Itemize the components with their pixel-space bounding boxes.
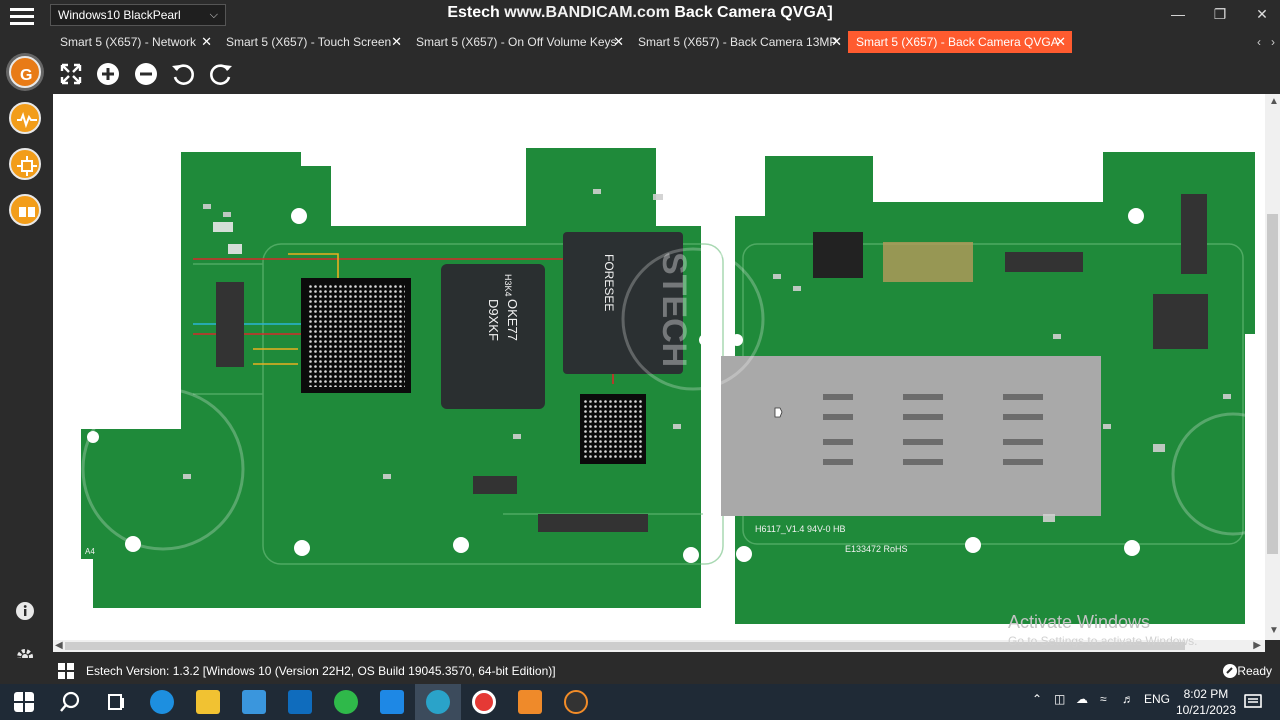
version-info: Estech Version: 1.3.2 [Windows 10 (Versi… bbox=[86, 664, 556, 678]
vertical-scrollbar[interactable]: ▲ ▼ bbox=[1265, 94, 1280, 640]
system-clock[interactable]: 8:02 PM 10/21/2023 bbox=[1176, 686, 1236, 718]
circuit-icon[interactable] bbox=[9, 148, 41, 180]
activation-watermark-title: Activate Windows bbox=[1008, 612, 1151, 632]
tab-label: Smart 5 (X657) - Back Camera 13MP bbox=[638, 35, 838, 49]
status-bar: Estech Version: 1.3.2 [Windows 10 (Versi… bbox=[0, 658, 1280, 684]
maximize-button[interactable]: ❐ bbox=[1200, 4, 1240, 26]
tab-strip: Smart 5 (X657) - Network ✕ Smart 5 (X657… bbox=[52, 31, 1280, 53]
pcb-board-image: H3K4 D9XKF OKE77 FORESEE STECH H6117_V1.… bbox=[81, 148, 1265, 624]
tab-scroll-left-button[interactable]: ‹ bbox=[1252, 31, 1266, 53]
clock-date: 10/21/2023 bbox=[1175, 703, 1236, 717]
tab-close-icon[interactable]: ✕ bbox=[1055, 31, 1066, 53]
vertical-scroll-thumb[interactable] bbox=[1267, 214, 1278, 554]
start-icon[interactable] bbox=[14, 692, 34, 712]
activation-watermark-subtitle: Go to Settings to activate Windows. bbox=[1008, 634, 1198, 648]
bandicam-watermark: www.BANDICAM.com bbox=[504, 4, 670, 21]
tab-label: Smart 5 (X657) - Touch Screen bbox=[226, 35, 392, 49]
tray-chevron-icon[interactable]: ⌃ bbox=[1032, 692, 1042, 706]
notifications-icon[interactable] bbox=[1244, 693, 1262, 711]
search-icon[interactable] bbox=[58, 690, 82, 714]
board-marking: D9XKF bbox=[486, 299, 501, 341]
status-icon bbox=[1223, 664, 1237, 678]
title-suffix: Back Camera QVGA] bbox=[669, 4, 833, 21]
status-ready: Ready bbox=[1237, 664, 1272, 678]
fit-icon[interactable] bbox=[58, 61, 84, 87]
title-bar: Windows10 BlackPearl ⌵ Estech www.BANDIC… bbox=[0, 0, 1280, 30]
signal-icon[interactable] bbox=[9, 102, 41, 134]
tab-network[interactable]: Smart 5 (X657) - Network ✕ bbox=[52, 31, 218, 53]
tray-device-icon[interactable]: ◫ bbox=[1054, 692, 1065, 706]
tab-back-camera-13mp[interactable]: Smart 5 (X657) - Back Camera 13MP ✕ bbox=[630, 31, 848, 53]
logo-icon[interactable]: G bbox=[9, 56, 41, 88]
zoom-in-icon[interactable] bbox=[95, 61, 121, 87]
left-sidebar: G bbox=[0, 48, 50, 684]
windows-taskbar: ⌃ ◫ ☁ ≈ ♬ ENG 8:02 PM 10/21/2023 bbox=[0, 684, 1280, 720]
board-marking: H6117_V1.4 bbox=[755, 524, 804, 534]
tab-touch-screen[interactable]: Smart 5 (X657) - Touch Screen ✕ bbox=[218, 31, 408, 53]
tab-close-icon[interactable]: ✕ bbox=[613, 31, 624, 53]
notepad-plus-icon[interactable] bbox=[334, 690, 358, 714]
minimize-button[interactable]: — bbox=[1158, 4, 1198, 26]
close-button[interactable]: ✕ bbox=[1242, 4, 1280, 26]
title-prefix: Estech bbox=[447, 4, 505, 21]
app-blue-icon[interactable] bbox=[380, 690, 404, 714]
task-view-icon[interactable] bbox=[104, 690, 128, 714]
schematic-canvas[interactable]: H3K4 D9XKF OKE77 FORESEE STECH H6117_V1.… bbox=[53, 94, 1265, 640]
tab-label: Smart 5 (X657) - Network bbox=[60, 35, 197, 49]
estech-app-window: Windows10 BlackPearl ⌵ Estech www.BANDIC… bbox=[0, 0, 1280, 684]
file-explorer-icon[interactable] bbox=[196, 690, 220, 714]
tab-close-icon[interactable]: ✕ bbox=[391, 31, 402, 53]
connector-icon[interactable] bbox=[9, 194, 41, 226]
tray-cloud-icon[interactable]: ☁ bbox=[1076, 692, 1088, 706]
rotate-left-icon[interactable] bbox=[170, 61, 196, 87]
language-indicator[interactable]: ENG bbox=[1144, 692, 1170, 706]
board-marking: H3K4 bbox=[503, 274, 513, 297]
toolbar bbox=[52, 54, 1280, 94]
tab-scroll-right-button[interactable]: › bbox=[1266, 31, 1280, 53]
store-icon[interactable] bbox=[242, 690, 266, 714]
mail-icon[interactable] bbox=[288, 690, 312, 714]
board-marking: OKE77 bbox=[505, 299, 520, 341]
tab-label: Smart 5 (X657) - Back Camera QVGA bbox=[856, 35, 1059, 49]
tab-on-off-volume-keys[interactable]: Smart 5 (X657) - On Off Volume Keys ✕ bbox=[408, 31, 630, 53]
edge-icon[interactable] bbox=[150, 690, 174, 714]
tab-label: Smart 5 (X657) - On Off Volume Keys bbox=[416, 35, 617, 49]
tab-back-camera-qvga[interactable]: Smart 5 (X657) - Back Camera QVGA ✕ bbox=[848, 31, 1072, 53]
sim-tray bbox=[721, 356, 1101, 516]
windows-logo-icon bbox=[58, 663, 74, 679]
tab-close-icon[interactable]: ✕ bbox=[201, 31, 212, 53]
media-icon[interactable] bbox=[518, 690, 542, 714]
volume-icon[interactable]: ♬ bbox=[1122, 692, 1134, 706]
tab-close-icon[interactable]: ✕ bbox=[831, 31, 842, 53]
zoom-out-icon[interactable] bbox=[133, 61, 159, 87]
svg-text:G: G bbox=[20, 67, 32, 84]
board-marking: E133472 RoHS bbox=[845, 544, 908, 554]
board-marking: A4 bbox=[85, 547, 95, 556]
estech-icon[interactable] bbox=[426, 690, 450, 714]
info-icon[interactable] bbox=[14, 600, 36, 622]
window-title: Estech www.BANDICAM.com Back Camera QVGA… bbox=[0, 4, 1280, 22]
board-marking: FORESEE bbox=[602, 254, 616, 311]
clock-time: 8:02 PM bbox=[1183, 687, 1229, 701]
stech-watermark: STECH bbox=[655, 252, 693, 367]
board-marking: 94V-0 HB bbox=[807, 524, 846, 534]
wifi-icon[interactable]: ≈ bbox=[1100, 692, 1107, 706]
record-icon[interactable] bbox=[472, 690, 496, 714]
hand-cursor-icon bbox=[774, 407, 783, 418]
rotate-right-icon[interactable] bbox=[208, 61, 234, 87]
player-icon[interactable] bbox=[564, 690, 588, 714]
